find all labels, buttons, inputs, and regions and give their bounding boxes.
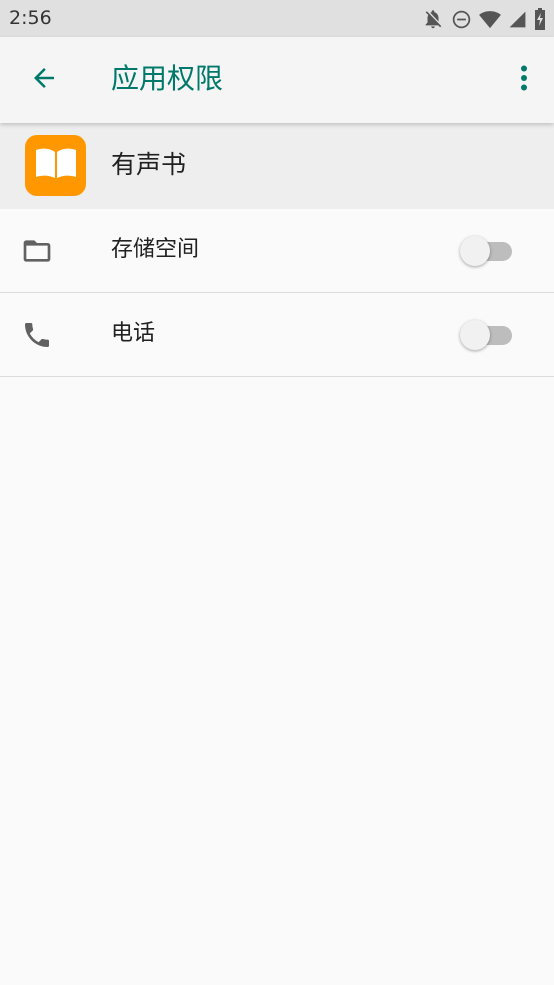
app-icon	[25, 135, 86, 196]
notifications-off-icon	[422, 8, 444, 30]
permission-label-storage: 存储空间	[111, 237, 200, 262]
more-vert-icon	[520, 65, 528, 95]
open-book-icon	[34, 147, 78, 185]
more-options-button[interactable]	[504, 56, 544, 104]
wifi-icon	[479, 9, 501, 29]
app-header: 有声书	[0, 123, 554, 209]
back-button[interactable]	[20, 56, 68, 104]
toggle-thumb	[460, 320, 490, 350]
phone-icon	[20, 318, 54, 352]
app-bar: 应用权限	[0, 37, 554, 123]
folder-icon	[20, 234, 54, 268]
permission-row-phone[interactable]: 电话	[0, 293, 554, 377]
app-name: 有声书	[111, 150, 187, 179]
phone-toggle[interactable]	[460, 320, 516, 350]
page-title: 应用权限	[111, 62, 224, 95]
storage-toggle[interactable]	[460, 236, 516, 266]
toggle-thumb	[460, 236, 490, 266]
arrow-back-icon	[29, 63, 59, 97]
do-not-disturb-icon	[451, 9, 472, 30]
cell-signal-icon	[508, 10, 527, 29]
status-time: 2:56	[9, 7, 52, 29]
status-icons	[422, 7, 546, 31]
battery-charging-icon	[534, 8, 546, 30]
permission-label-phone: 电话	[111, 321, 156, 346]
status-bar: 2:56	[0, 0, 554, 37]
permission-row-storage[interactable]: 存储空间	[0, 209, 554, 293]
